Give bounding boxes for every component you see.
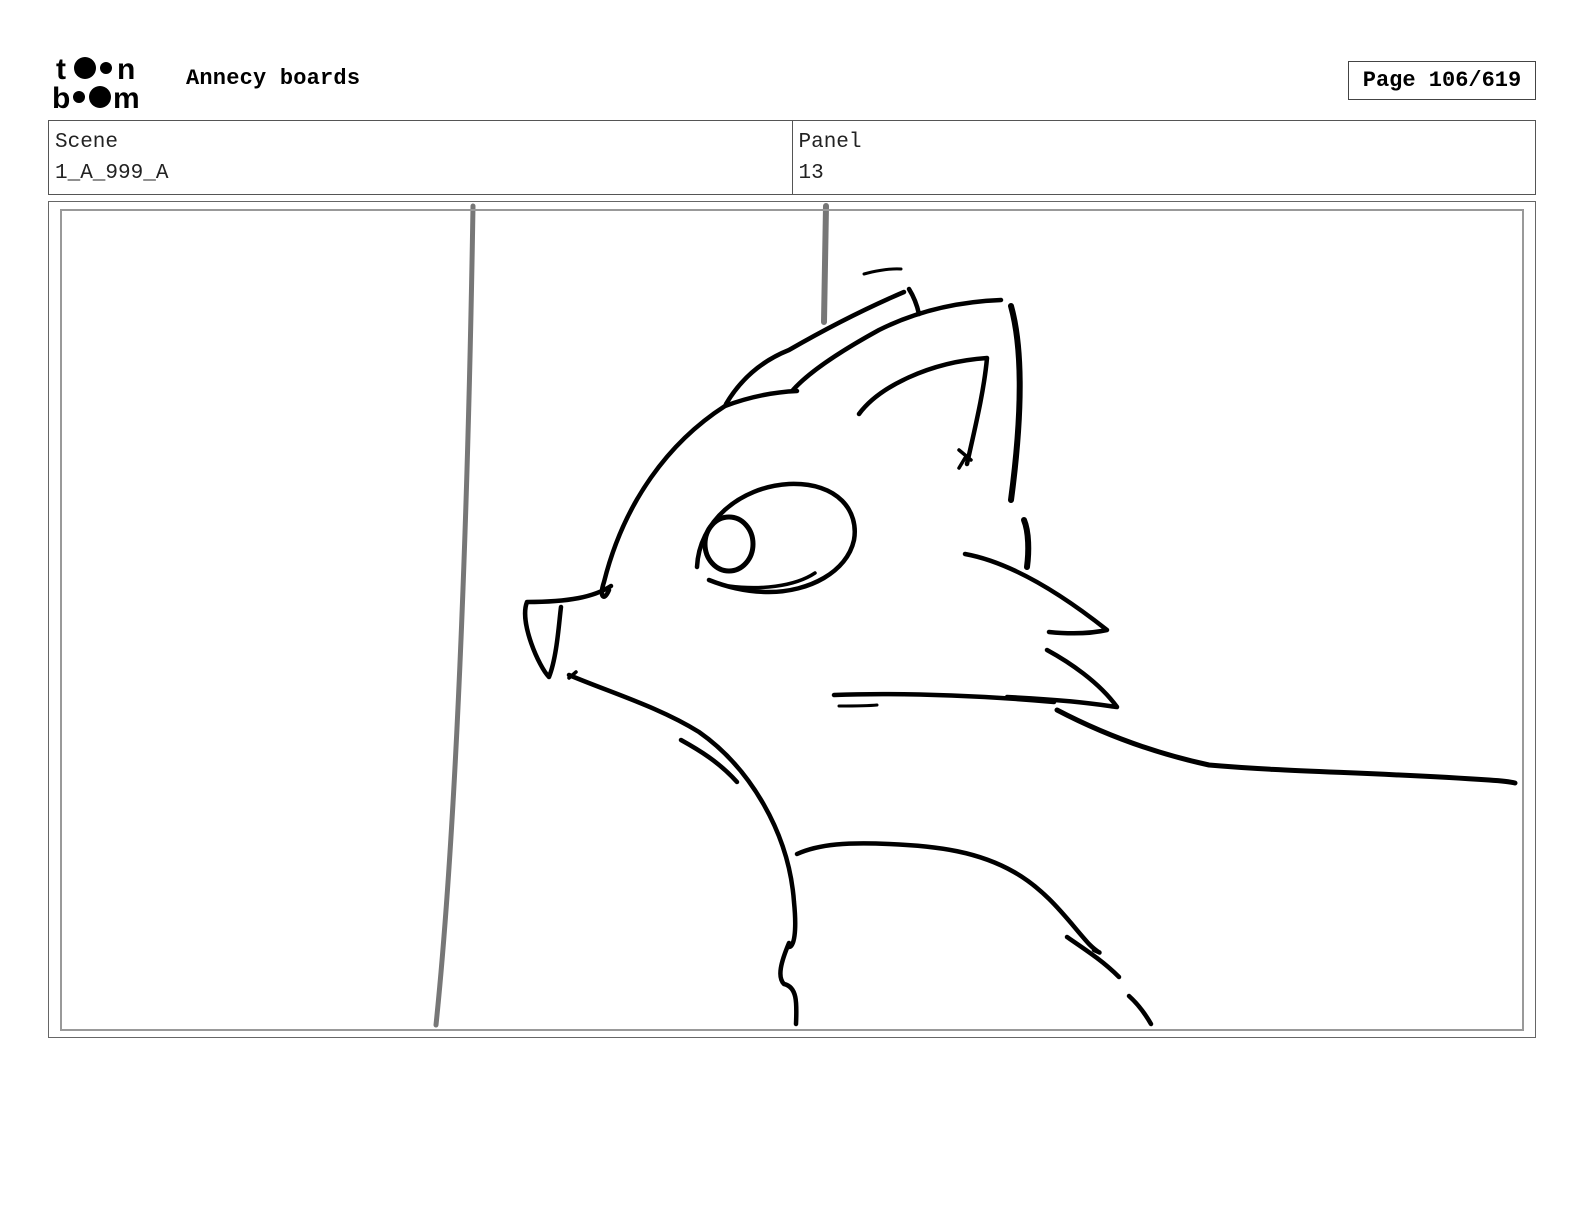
logo-dot — [73, 91, 85, 103]
logo-letter-b: b — [52, 82, 70, 110]
toon-boom-logo: t n b m — [52, 53, 140, 110]
panel-frame — [48, 201, 1536, 1038]
logo-dot — [100, 62, 112, 74]
logo-dot — [89, 86, 111, 108]
panel-label: Panel — [798, 131, 862, 154]
scene-value: 1_A_999_A — [55, 162, 169, 185]
panel-value: 13 — [798, 162, 824, 185]
scene-label: Scene — [55, 131, 119, 154]
scene-panel-info: Scene 1_A_999_A Panel 13 — [48, 120, 1536, 195]
panel-safe-area — [60, 209, 1524, 1031]
logo-letter-m: m — [113, 82, 140, 110]
project-title: Annecy boards — [186, 66, 361, 91]
scene-cell: Scene 1_A_999_A — [49, 121, 792, 194]
page-indicator: Page 106/619 — [1348, 61, 1536, 100]
logo-dot — [74, 57, 96, 79]
panel-cell: Panel 13 — [791, 121, 1536, 194]
